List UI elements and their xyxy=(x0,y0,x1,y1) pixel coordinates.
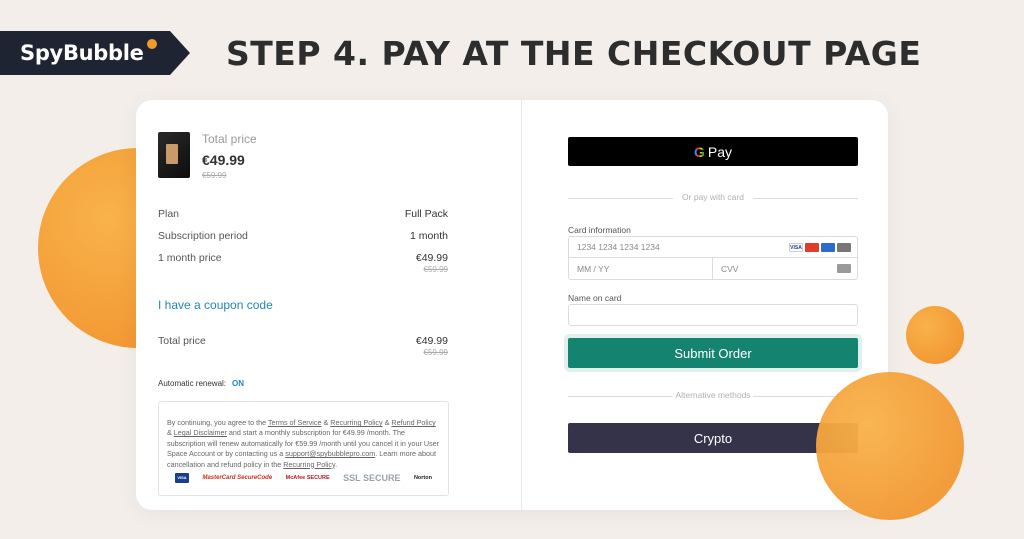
google-g-icon: G xyxy=(693,143,705,160)
refund-policy-link[interactable]: Refund Policy xyxy=(391,418,435,427)
total-label: Total price xyxy=(158,335,206,347)
order-summary: Total price €49.99 €59.99 Plan Full Pack… xyxy=(136,100,521,510)
checkout-card: Total price €49.99 €59.99 Plan Full Pack… xyxy=(136,100,888,510)
plan-label: Plan xyxy=(158,208,180,220)
month-price-old: €59.99 xyxy=(423,265,448,274)
summary-old-price: €59.99 xyxy=(202,171,227,180)
brand-banner: SpyBubble xyxy=(0,31,190,75)
card-number-placeholder: 1234 1234 1234 1234 xyxy=(577,242,660,252)
month-price-label: 1 month price xyxy=(158,252,222,264)
name-on-card-input[interactable] xyxy=(568,304,858,326)
period-row: Subscription period 1 month xyxy=(158,230,448,242)
amex-icon xyxy=(821,243,835,252)
card-number-input[interactable]: 1234 1234 1234 1234 VISA xyxy=(568,236,858,258)
submit-order-button[interactable]: Submit Order xyxy=(568,338,858,368)
ssl-secure-badge-icon: SSL SECURE xyxy=(343,473,401,484)
mastercard-icon xyxy=(805,243,819,252)
cvv-placeholder: CVV xyxy=(721,263,739,274)
terms-link[interactable]: Terms of Service xyxy=(268,418,322,427)
name-on-card-label: Name on card xyxy=(568,293,622,303)
or-pay-with-card-text: Or pay with card xyxy=(682,192,744,202)
plan-row: Plan Full Pack xyxy=(158,208,448,220)
legal-disclaimer-link[interactable]: Legal Disclaimer xyxy=(174,428,227,437)
visa-badge-icon: VISA xyxy=(175,473,189,484)
support-email-link[interactable]: support@spybubblepro.com xyxy=(285,449,375,458)
total-old: €59.99 xyxy=(423,348,448,357)
alternative-methods-text: Alternative methods xyxy=(675,390,751,400)
summary-price: €49.99 xyxy=(202,152,245,168)
product-box-image xyxy=(158,132,190,178)
decorative-circle-small xyxy=(906,306,964,364)
legal-text-part: & xyxy=(321,418,331,427)
period-value: 1 month xyxy=(410,230,448,242)
brand-logo-text: SpyBubble xyxy=(20,41,144,65)
total-row: Total price €49.99 €59.99 xyxy=(158,335,448,357)
legal-text: By continuing, you agree to the Terms of… xyxy=(167,418,440,470)
total-value: €49.99 xyxy=(415,335,448,347)
alternative-methods-separator: Alternative methods xyxy=(568,390,858,402)
expiry-placeholder: MM / YY xyxy=(577,263,610,274)
legal-text-part: . xyxy=(335,459,338,469)
trust-badges: VISA MasterCard SecureCode McAfee SECURE… xyxy=(167,473,440,484)
renewal-toggle[interactable]: ON xyxy=(232,379,244,388)
month-price-row: 1 month price €49.99 €59.99 xyxy=(158,252,448,274)
google-pay-button[interactable]: G Pay xyxy=(568,137,858,166)
or-pay-with-card-separator: Or pay with card xyxy=(568,192,858,204)
card-brands: VISA xyxy=(789,243,851,252)
legal-box: By continuing, you agree to the Terms of… xyxy=(158,401,449,496)
recurring-policy-link[interactable]: Recurring Policy xyxy=(330,418,382,427)
google-pay-label: Pay xyxy=(707,143,732,160)
legal-text-part: & xyxy=(167,428,174,438)
mcafee-secure-badge-icon: McAfee SECURE xyxy=(285,475,330,482)
coupon-link[interactable]: I have a coupon code xyxy=(158,298,273,312)
decorative-circle-large xyxy=(816,372,964,520)
brand-dot-icon xyxy=(146,39,157,49)
month-price-value: €49.99 xyxy=(415,252,448,264)
norton-badge-icon: Norton xyxy=(413,475,432,482)
crypto-button[interactable]: Crypto xyxy=(568,423,858,453)
cvv-input[interactable]: CVV xyxy=(713,258,858,280)
renewal-label: Automatic renewal: xyxy=(158,379,227,388)
recurring-policy-link-2[interactable]: Recurring Policy xyxy=(283,460,335,469)
visa-icon: VISA xyxy=(789,243,803,252)
page-title: STEP 4. PAY AT THE CHECKOUT PAGE xyxy=(226,34,922,73)
plan-value: Full Pack xyxy=(404,208,448,220)
mastercard-securecode-badge-icon: MasterCard SecureCode xyxy=(202,475,273,482)
expiry-input[interactable]: MM / YY xyxy=(568,258,713,280)
legal-text-part: By continuing, you agree to the xyxy=(167,418,268,427)
period-label: Subscription period xyxy=(158,230,248,242)
renewal-row: Automatic renewal: ON xyxy=(158,379,244,388)
discover-icon xyxy=(837,243,851,252)
summary-total-label: Total price xyxy=(202,132,257,146)
card-info-label: Card information xyxy=(568,225,631,235)
cvv-card-icon xyxy=(837,264,851,273)
